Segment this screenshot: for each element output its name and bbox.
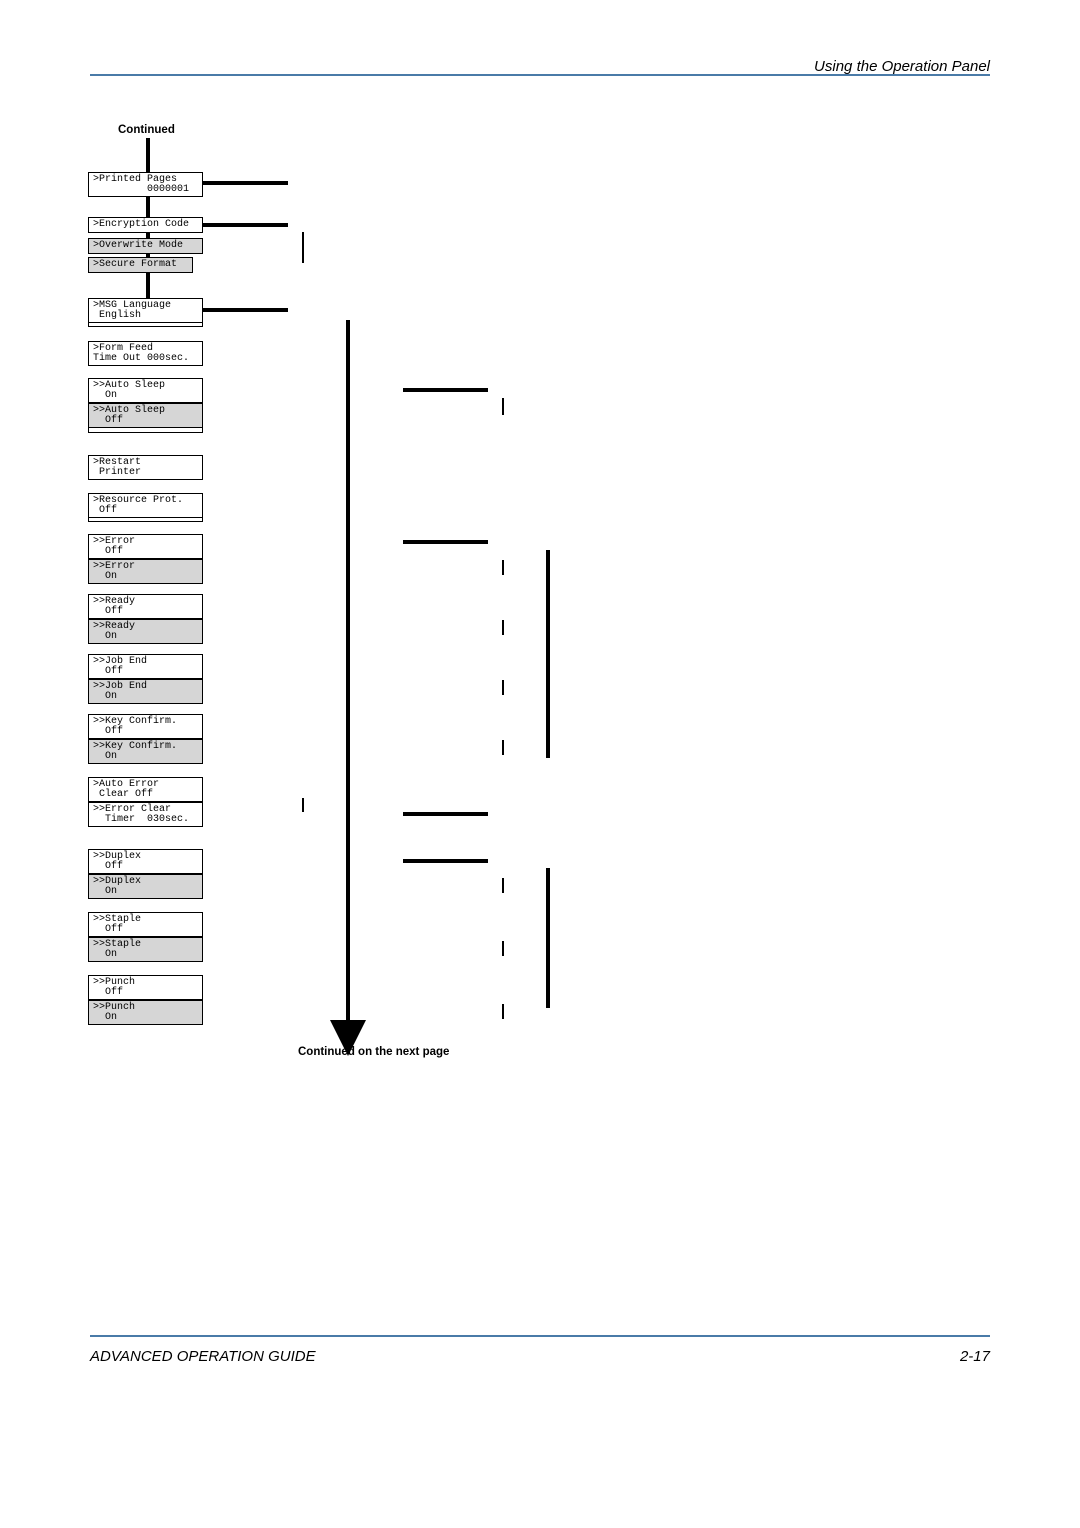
footer-guide-title: ADVANCED OPERATION GUIDE <box>90 1348 316 1365</box>
menu-ready-off: >>Ready Off <box>88 594 203 619</box>
menu-form-feed: >Form Feed Time Out 000sec. <box>88 341 203 366</box>
menu-msg-language: >MSG Language English <box>88 298 203 323</box>
menu-duplex-on: >>Duplex On <box>88 874 203 899</box>
menu-ready-on: >>Ready On <box>88 619 203 644</box>
menu-restart-printer: >Restart Printer <box>88 455 203 480</box>
menu-auto-sleep-on: >>Auto Sleep On <box>88 378 203 403</box>
menu-duplex-off: >>Duplex Off <box>88 849 203 874</box>
menu-error-off: >>Error Off <box>88 534 203 559</box>
menu-error-on: >>Error On <box>88 559 203 584</box>
menu-printed-pages: >Printed Pages 0000001 <box>88 172 203 197</box>
menu-tree-diagram: Continued Life Counters > Security > Oth… <box>88 120 628 1070</box>
menu-jobend-on: >>Job End On <box>88 679 203 704</box>
menu-keyconfirm-off: >>Key Confirm. Off <box>88 714 203 739</box>
footer-page-number: 2-17 <box>960 1348 990 1365</box>
page-section-title: Using the Operation Panel <box>814 58 990 75</box>
footer-rule <box>90 1335 990 1337</box>
menu-encryption-code: >Encryption Code <box>88 217 203 233</box>
menu-auto-error-off: >Auto Error Clear Off <box>88 777 203 802</box>
menu-auto-sleep-off: >>Auto Sleep Off <box>88 403 203 428</box>
menu-jobend-off: >>Job End Off <box>88 654 203 679</box>
menu-punch-on: >>Punch On <box>88 1000 203 1025</box>
menu-error-clear-timer: >>Error Clear Timer 030sec. <box>88 802 203 827</box>
menu-keyconfirm-on: >>Key Confirm. On <box>88 739 203 764</box>
menu-staple-on: >>Staple On <box>88 937 203 962</box>
menu-resource-prot: >Resource Prot. Off <box>88 493 203 518</box>
continued-label-top: Continued <box>118 124 175 136</box>
continued-label-bottom: Continued on the next page <box>298 1046 449 1058</box>
menu-punch-off: >>Punch Off <box>88 975 203 1000</box>
header-rule <box>90 74 990 76</box>
menu-overwrite-mode: >Overwrite Mode <box>88 238 203 254</box>
menu-secure-format: >Secure Format <box>88 257 193 273</box>
menu-staple-off: >>Staple Off <box>88 912 203 937</box>
